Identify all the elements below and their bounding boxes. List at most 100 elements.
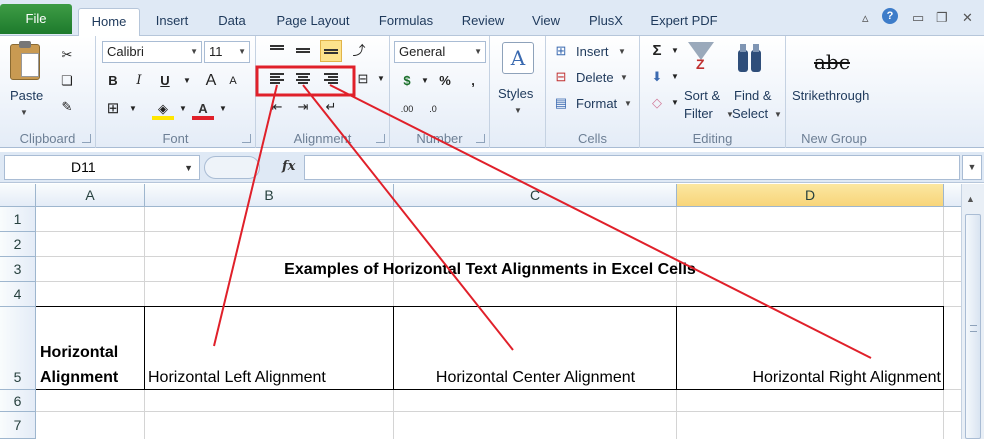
expand-formula-bar-icon[interactable]: ▼	[962, 155, 982, 180]
help-icon[interactable]: ?	[882, 8, 898, 24]
insert-dropdown-icon[interactable]: ▼	[618, 47, 626, 56]
tab-review[interactable]: Review	[452, 8, 514, 36]
merge-dropdown-icon[interactable]: ▼	[370, 68, 392, 90]
comma-button[interactable]: ,	[462, 70, 484, 92]
fill-color-dropdown-icon[interactable]: ▼	[172, 98, 194, 120]
sort-filter-icon[interactable]: Z	[688, 42, 716, 78]
decrease-decimal-icon[interactable]: .0	[422, 98, 444, 120]
column-header-a[interactable]: A	[36, 184, 145, 207]
font-size-combo[interactable]: 11 ▼	[204, 41, 250, 63]
tab-view[interactable]: View	[522, 8, 570, 36]
top-align-icon[interactable]	[266, 40, 288, 62]
format-button[interactable]: Format	[576, 96, 617, 111]
number-format-combo[interactable]: General ▼	[394, 41, 486, 63]
clear-dropdown-icon[interactable]: ▼	[664, 92, 686, 114]
paste-button[interactable]: Paste	[10, 88, 43, 103]
alignment-launcher-icon[interactable]	[376, 134, 385, 143]
title-cell[interactable]: Examples of Horizontal Text Alignments i…	[36, 261, 944, 279]
borders-dropdown-icon[interactable]: ▼	[122, 98, 144, 120]
delete-button[interactable]: Delete	[576, 70, 614, 85]
column-header-b[interactable]: B	[145, 184, 394, 207]
tab-data[interactable]: Data	[206, 8, 258, 36]
increase-indent-icon[interactable]: ⇥	[292, 96, 314, 118]
insert-button[interactable]: Insert	[576, 44, 609, 59]
align-right-icon[interactable]	[320, 68, 342, 90]
row-header-7[interactable]: 7	[0, 412, 36, 439]
cell-c5[interactable]: Horizontal Center Alignment	[394, 369, 677, 387]
scroll-up-icon[interactable]: ▲	[966, 194, 975, 204]
middle-align-icon[interactable]	[292, 40, 314, 62]
font-launcher-icon[interactable]	[242, 134, 251, 143]
fill-dropdown-icon[interactable]: ▼	[664, 66, 686, 88]
borders-icon[interactable]: ⊞	[102, 98, 124, 120]
align-center-icon[interactable]	[292, 68, 314, 90]
row-header-3[interactable]: 3	[0, 257, 36, 282]
window-close-icon[interactable]: ✕	[962, 10, 973, 26]
window-minimize-icon[interactable]: ▭	[912, 10, 924, 26]
increase-decimal-icon[interactable]: .00	[396, 98, 418, 120]
sort-filter-line1[interactable]: Sort &	[684, 88, 720, 103]
font-name-dropdown-icon[interactable]: ▼	[190, 42, 198, 62]
currency-dropdown-icon[interactable]: ▼	[414, 70, 436, 92]
tab-home[interactable]: Home	[78, 8, 140, 37]
copy-icon[interactable]: ❏	[56, 70, 78, 92]
find-select-line2[interactable]: Select	[732, 106, 768, 121]
select-all-corner[interactable]	[0, 184, 36, 207]
minimize-ribbon-icon[interactable]: ▵	[862, 10, 869, 26]
decrease-indent-icon[interactable]: ⇤	[266, 96, 288, 118]
cut-icon[interactable]: ✂	[56, 44, 78, 66]
tab-insert[interactable]: Insert	[146, 8, 198, 36]
styles-button[interactable]: Styles	[498, 86, 533, 101]
find-select-icon[interactable]	[738, 44, 762, 74]
tab-file[interactable]: File	[0, 4, 72, 34]
wrap-text-icon[interactable]: ↵	[320, 96, 342, 118]
column-header-d[interactable]: D	[677, 184, 944, 207]
window-restore-icon[interactable]: ❐	[936, 10, 948, 26]
format-cells-icon[interactable]: ▤	[550, 92, 572, 114]
row-header-5[interactable]: 5	[0, 307, 36, 390]
row-header-2[interactable]: 2	[0, 232, 36, 257]
font-color-icon[interactable]: A	[192, 98, 214, 120]
column-header-c[interactable]: C	[394, 184, 677, 207]
orientation-icon[interactable]: ⤴	[348, 40, 370, 62]
underline-dropdown-icon[interactable]: ▼	[176, 70, 198, 92]
bottom-align-icon[interactable]	[320, 40, 342, 62]
bold-button[interactable]: B	[102, 70, 124, 92]
shrink-font-icon[interactable]: A	[222, 70, 244, 92]
column-header-e[interactable]	[944, 184, 961, 207]
formula-bar-splitter[interactable]	[204, 156, 260, 179]
tab-expert-pdf[interactable]: Expert PDF	[640, 8, 728, 36]
font-size-dropdown-icon[interactable]: ▼	[238, 42, 246, 62]
number-launcher-icon[interactable]	[476, 134, 485, 143]
format-dropdown-icon[interactable]: ▼	[624, 99, 632, 108]
row-header-1[interactable]: 1	[0, 207, 36, 232]
paste-icon[interactable]	[10, 41, 40, 80]
tab-page-layout[interactable]: Page Layout	[266, 8, 360, 36]
paste-dropdown-icon[interactable]: ▼	[20, 108, 28, 117]
grow-font-icon[interactable]: A	[200, 70, 222, 92]
cell-b5[interactable]: Horizontal Left Alignment	[148, 369, 326, 387]
styles-icon[interactable]: A	[502, 42, 534, 74]
delete-cells-icon[interactable]: ⊟	[550, 66, 572, 88]
autosum-dropdown-icon[interactable]: ▼	[664, 40, 686, 62]
delete-dropdown-icon[interactable]: ▼	[620, 73, 628, 82]
vertical-scrollbar[interactable]: ▲	[961, 184, 984, 439]
row-header-6[interactable]: 6	[0, 390, 36, 412]
cell-a5-line1[interactable]: Horizontal	[40, 344, 118, 362]
number-format-dropdown-icon[interactable]: ▼	[474, 42, 482, 62]
font-name-combo[interactable]: Calibri ▼	[102, 41, 202, 63]
percent-button[interactable]: %	[434, 70, 456, 92]
underline-button[interactable]: U	[154, 70, 176, 92]
italic-button[interactable]: I	[128, 70, 150, 92]
row-header-4[interactable]: 4	[0, 282, 36, 307]
find-select-dropdown-icon[interactable]: ▼	[774, 110, 782, 119]
tab-formulas[interactable]: Formulas	[368, 8, 444, 36]
fill-color-icon[interactable]: ◈	[152, 98, 174, 120]
name-box[interactable]: D11 ▼	[4, 155, 200, 180]
align-left-icon[interactable]	[266, 68, 288, 90]
clipboard-launcher-icon[interactable]	[82, 134, 91, 143]
format-painter-icon[interactable]: ✎	[56, 96, 78, 118]
font-color-dropdown-icon[interactable]: ▼	[212, 98, 234, 120]
formula-input[interactable]	[304, 155, 960, 180]
insert-function-icon[interactable]: fx	[282, 159, 295, 174]
